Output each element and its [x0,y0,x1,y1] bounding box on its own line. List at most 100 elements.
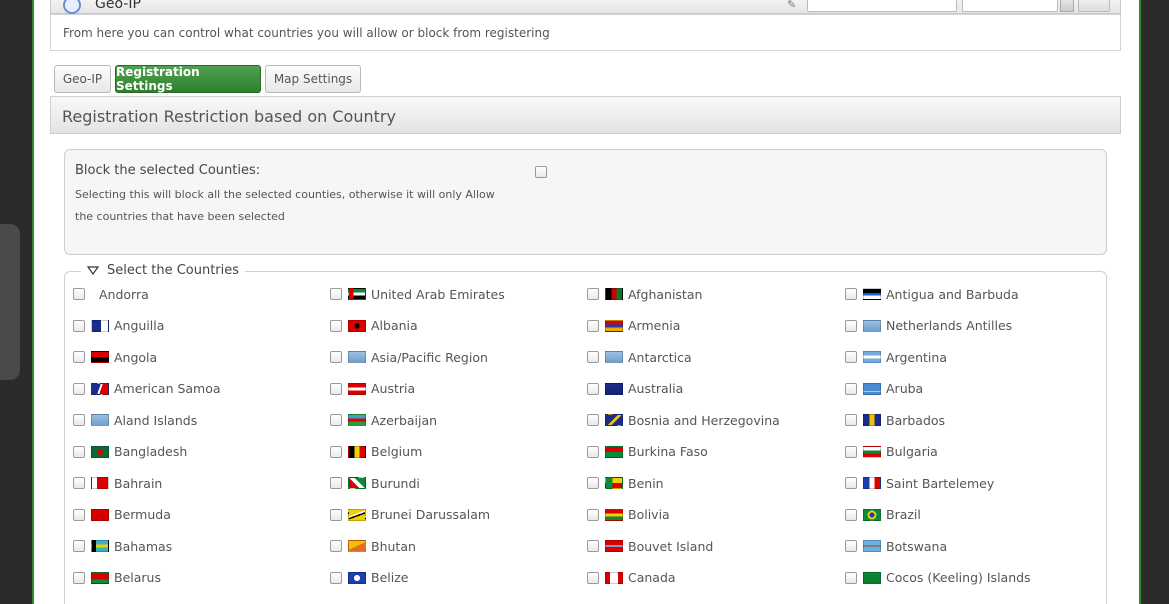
country-checkbox[interactable] [587,288,599,300]
filter-select[interactable] [962,0,1058,12]
country-item[interactable]: Angola [73,349,157,365]
country-checkbox[interactable] [845,288,857,300]
country-item[interactable]: Azerbaijan [330,412,437,428]
country-item[interactable]: Anguilla [73,318,164,334]
country-item[interactable]: Bangladesh [73,444,187,460]
country-checkbox[interactable] [587,351,599,363]
block-selected-checkbox[interactable] [535,166,547,178]
country-item[interactable]: Netherlands Antilles [845,318,1012,334]
country-item[interactable]: Botswana [845,538,947,554]
tab-geo-ip[interactable]: Geo-IP [54,65,111,93]
country-checkbox[interactable] [845,477,857,489]
country-item[interactable]: Argentina [845,349,947,365]
dropdown-arrow-button[interactable] [1060,0,1074,12]
search-input[interactable] [807,0,957,12]
country-label: Netherlands Antilles [886,318,1013,333]
country-checkbox[interactable] [845,351,857,363]
country-item[interactable]: Austria [330,381,415,397]
country-flag-icon [348,571,366,584]
country-checkbox[interactable] [330,571,342,584]
country-checkbox[interactable] [587,445,599,458]
country-checkbox[interactable] [73,319,85,332]
country-item[interactable]: Bulgaria [845,444,938,460]
country-item[interactable]: Canada [587,570,676,586]
countries-legend[interactable]: Select the Countries [81,263,246,278]
country-item[interactable]: Brunei Darussalam [330,507,490,523]
country-flag-icon [348,508,366,521]
collapse-triangle-icon[interactable] [87,266,99,275]
module-title: Geo-IP [95,0,141,12]
countries-legend-label: Select the Countries [107,263,240,278]
country-checkbox[interactable] [73,351,85,363]
country-checkbox[interactable] [330,508,342,521]
tab-map-settings[interactable]: Map Settings [265,65,361,93]
country-label: Belize [371,570,409,585]
country-item[interactable]: Armenia [587,318,680,334]
country-checkbox[interactable] [845,508,857,521]
country-item[interactable]: United Arab Emirates [330,286,505,302]
country-checkbox[interactable] [330,414,342,426]
country-checkbox[interactable] [330,288,342,300]
country-checkbox[interactable] [587,382,599,395]
country-checkbox[interactable] [73,288,85,300]
country-item[interactable]: Bouvet Island [587,538,713,554]
country-checkbox[interactable] [845,571,857,584]
country-checkbox[interactable] [330,319,342,332]
country-item[interactable]: Saint Bartelemey [845,475,994,491]
country-checkbox[interactable] [330,382,342,395]
country-checkbox[interactable] [73,445,85,458]
country-checkbox[interactable] [330,477,342,489]
country-item[interactable]: Belize [330,570,408,586]
country-checkbox[interactable] [845,540,857,552]
country-checkbox[interactable] [845,382,857,395]
country-item[interactable]: Australia [587,381,683,397]
module-description: From here you can control what countries… [50,14,1121,51]
country-label: Bolivia [628,507,670,522]
tab-registration-settings[interactable]: Registration Settings [115,65,261,93]
country-checkbox[interactable] [845,414,857,426]
country-item[interactable]: Brazil [845,507,921,523]
country-flag-icon [863,288,881,300]
country-item[interactable]: Bahamas [73,538,172,554]
country-checkbox[interactable] [330,351,342,363]
country-item[interactable]: American Samoa [73,381,221,397]
country-checkbox[interactable] [587,477,599,489]
country-item[interactable]: Burundi [330,475,420,491]
country-item[interactable]: Cocos (Keeling) Islands [845,570,1031,586]
country-checkbox[interactable] [587,571,599,584]
country-checkbox[interactable] [587,508,599,521]
country-checkbox[interactable] [73,477,85,489]
country-checkbox[interactable] [587,540,599,552]
country-item[interactable]: Aruba [845,381,923,397]
country-checkbox[interactable] [587,414,599,426]
country-checkbox[interactable] [73,414,85,426]
country-item[interactable]: Asia/Pacific Region [330,349,488,365]
country-checkbox[interactable] [73,540,85,552]
country-item[interactable]: Afghanistan [587,286,702,302]
window-side-handle[interactable] [0,224,20,380]
country-item[interactable]: Andorra [73,286,149,302]
country-checkbox[interactable] [845,319,857,332]
country-item[interactable]: Burkina Faso [587,444,708,460]
country-item[interactable]: Aland Islands [73,412,197,428]
country-item[interactable]: Antarctica [587,349,692,365]
country-checkbox[interactable] [73,508,85,521]
country-checkbox[interactable] [587,319,599,332]
country-checkbox[interactable] [73,571,85,584]
country-checkbox[interactable] [330,540,342,552]
country-item[interactable]: Belarus [73,570,161,586]
country-checkbox[interactable] [845,445,857,458]
country-item[interactable]: Bahrain [73,475,162,491]
country-item[interactable]: Antigua and Barbuda [845,286,1019,302]
go-button[interactable] [1078,0,1110,12]
country-checkbox[interactable] [330,445,342,458]
country-item[interactable]: Bermuda [73,507,171,523]
country-checkbox[interactable] [73,382,85,395]
country-item[interactable]: Bosnia and Herzegovina [587,412,780,428]
country-item[interactable]: Bolivia [587,507,670,523]
country-item[interactable]: Benin [587,475,664,491]
country-item[interactable]: Bhutan [330,538,416,554]
country-item[interactable]: Belgium [330,444,422,460]
country-item[interactable]: Barbados [845,412,945,428]
country-item[interactable]: Albania [330,318,418,334]
